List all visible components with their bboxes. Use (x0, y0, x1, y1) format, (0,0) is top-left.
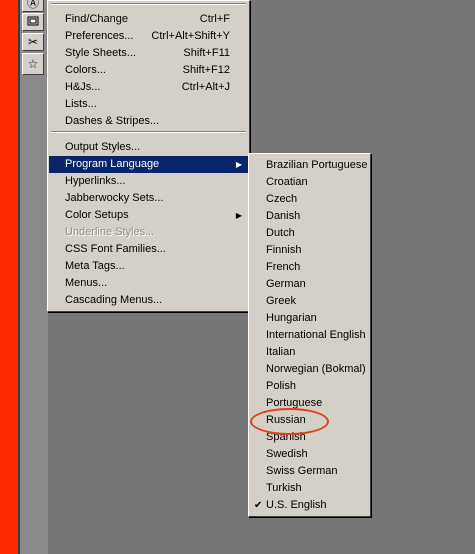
language-item-danish[interactable]: Danish (250, 208, 369, 225)
language-item-label: Danish (266, 210, 301, 222)
language-item-label: Norwegian (Bokmal) (266, 363, 366, 375)
menu-item-label: CSS Font Families... (65, 243, 166, 255)
menu-item-meta-tags[interactable]: Meta Tags... (49, 258, 248, 275)
language-item-dutch[interactable]: Dutch (250, 225, 369, 242)
annotation-circle (250, 408, 329, 435)
language-item-label: Finnish (266, 244, 302, 256)
language-item-swedish[interactable]: Swedish (250, 446, 369, 463)
menu-item-menus[interactable]: Menus... (49, 275, 248, 292)
menu-item-preferences[interactable]: Preferences... Ctrl+Alt+Shift+Y (49, 28, 248, 45)
menu-item-colors[interactable]: Colors... Shift+F12 (49, 62, 248, 79)
menu-item-dashes-stripes[interactable]: Dashes & Stripes... (49, 113, 248, 130)
program-language-submenu: Brazilian Portuguese Croatian Czech Danish D… (248, 153, 371, 517)
language-item-greek[interactable]: Greek (250, 293, 369, 310)
menu-item-label: Cascading Menus... (65, 294, 163, 306)
language-item-polish[interactable]: Polish (250, 378, 369, 395)
language-item-croatian[interactable]: Croatian (250, 174, 369, 191)
checkmark-icon: ✔ (254, 500, 263, 511)
menu-item-cascading-menus[interactable]: Cascading Menus... (49, 292, 248, 309)
menu-item-style-sheets[interactable]: Style Sheets... Shift+F11 (49, 45, 248, 62)
utilities-menu: Find/Change Ctrl+F Preferences... Ctrl+Alt+… (47, 0, 250, 312)
language-item-label: French (266, 261, 301, 273)
menu-item-underline-styles: Underline Styles... (49, 224, 248, 241)
menu-item-label: Meta Tags... (65, 260, 125, 272)
menu-item-label: Menus... (65, 277, 108, 289)
scissors-tool-icon: ✂ (27, 35, 39, 49)
language-item-czech[interactable]: Czech (250, 191, 369, 208)
language-item-label: Greek (266, 295, 296, 307)
language-item-label: Dutch (266, 227, 295, 239)
language-item-label: German (266, 278, 306, 290)
menu-item-label: Lists... (65, 98, 97, 110)
language-item-u-s-english[interactable]: ✔ U.S. English (250, 497, 369, 514)
language-item-label: Polish (266, 380, 296, 392)
menu-separator (51, 3, 246, 5)
language-item-italian[interactable]: Italian (250, 344, 369, 361)
language-item-brazilian-portuguese[interactable]: Brazilian Portuguese (250, 157, 369, 174)
menu-item-label: Preferences... (65, 30, 134, 42)
language-item-label: U.S. English (266, 499, 327, 511)
scissors-tool-button[interactable]: ✂ (22, 33, 44, 51)
language-item-label: Swedish (266, 448, 308, 460)
frame-tool-icon (27, 16, 39, 28)
language-item-label: Turkish (266, 482, 302, 494)
frame-tool-button[interactable] (22, 13, 44, 31)
language-item-turkish[interactable]: Turkish (250, 480, 369, 497)
menu-item-shortcut: Ctrl+Alt+Shift+Y (151, 30, 230, 42)
menu-item-label: Underline Styles... (65, 226, 155, 238)
menu-item-jabberwocky-sets[interactable]: Jabberwocky Sets... (49, 190, 248, 207)
menu-item-label: Style Sheets... (65, 47, 136, 59)
menu-item-css-font-families[interactable]: CSS Font Families... (49, 241, 248, 258)
star-tool-button[interactable]: ☆ (22, 53, 44, 75)
menu-item-find-change[interactable]: Find/Change Ctrl+F (49, 11, 248, 28)
menu-item-label: H&Js... (65, 81, 101, 93)
language-item-norwegian-bokmal[interactable]: Norwegian (Bokmal) (250, 361, 369, 378)
language-item-label: Brazilian Portuguese (266, 159, 368, 171)
submenu-arrow-icon: ▶ (235, 160, 242, 169)
menu-item-output-styles[interactable]: Output Styles... (49, 139, 248, 156)
language-item-french[interactable]: French (250, 259, 369, 276)
language-item-label: International English (266, 329, 366, 341)
menu-item-shortcut: Shift+F12 (182, 64, 230, 76)
menu-item-program-language[interactable]: Program Language ▶ (49, 156, 248, 173)
language-item-german[interactable]: German (250, 276, 369, 293)
language-item-international-english[interactable]: International English (250, 327, 369, 344)
menu-item-color-setups[interactable]: Color Setups ▶ (49, 207, 248, 224)
menu-item-label: Output Styles... (65, 141, 141, 153)
link-tool-button[interactable]: Ⓐ (22, 0, 44, 12)
language-item-label: Hungarian (266, 312, 317, 324)
star-tool-icon: ☆ (27, 57, 39, 71)
menu-item-label: Find/Change (65, 13, 128, 25)
toolbar-panel (20, 0, 48, 554)
language-item-finnish[interactable]: Finnish (250, 242, 369, 259)
language-item-swiss-german[interactable]: Swiss German (250, 463, 369, 480)
language-item-hungarian[interactable]: Hungarian (250, 310, 369, 327)
menu-item-label: Hyperlinks... (65, 175, 126, 187)
link-tool-icon: Ⓐ (26, 0, 39, 10)
menu-item-shortcut: Shift+F11 (183, 47, 230, 59)
language-item-label: Czech (266, 193, 298, 205)
left-red-strip (0, 0, 18, 554)
menu-item-shortcut: Ctrl+Alt+J (181, 81, 230, 93)
menu-item-hyperlinks[interactable]: Hyperlinks... (49, 173, 248, 190)
menu-item-label: Color Setups (65, 209, 129, 221)
language-item-label: Italian (266, 346, 296, 358)
menu-item-label: Program Language (65, 158, 160, 170)
menu-item-lists[interactable]: Lists... (49, 96, 248, 113)
language-item-label: Croatian (266, 176, 308, 188)
menu-item-shortcut: Ctrl+F (199, 13, 230, 25)
submenu-arrow-icon: ▶ (235, 211, 242, 220)
menu-item-label: Colors... (65, 64, 106, 76)
menu-item-h-js[interactable]: H&Js... Ctrl+Alt+J (49, 79, 248, 96)
language-item-label: Swiss German (266, 465, 338, 477)
menu-separator (51, 131, 246, 133)
menu-item-label: Dashes & Stripes... (65, 115, 160, 127)
menu-item-label: Jabberwocky Sets... (65, 192, 164, 204)
